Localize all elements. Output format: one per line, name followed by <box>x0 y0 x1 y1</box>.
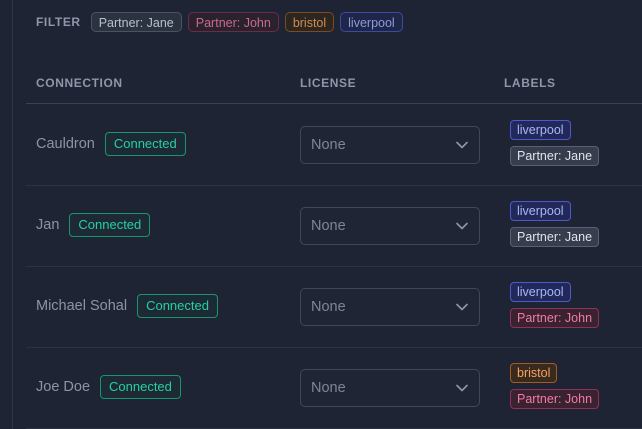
column-header-license: LICENSE <box>300 76 357 90</box>
chevron-down-icon <box>455 300 469 314</box>
labels-cell: liverpool Partner: Jane <box>510 120 600 166</box>
status-badge: Connected <box>100 375 181 399</box>
chevron-down-icon <box>455 219 469 233</box>
connection-cell: Joe Doe Connected <box>36 375 181 399</box>
license-select[interactable]: None <box>300 369 480 407</box>
label-tag-partner-jane: Partner: Jane <box>510 146 600 166</box>
status-badge: Connected <box>104 132 186 156</box>
filter-label: FILTER <box>36 15 81 29</box>
label-tag-partner-jane: Partner: Jane <box>510 227 600 247</box>
chevron-down-icon <box>455 138 469 152</box>
table-row: Cauldron Connected None liverpool Partne… <box>26 104 642 186</box>
filter-chip-partner-jane[interactable]: Partner: Jane <box>90 12 182 32</box>
filter-chip-bristol[interactable]: bristol <box>284 12 335 32</box>
left-border <box>12 0 13 429</box>
license-value: None <box>311 137 346 153</box>
connection-cell: Jan Connected <box>36 213 151 237</box>
table-row: Michael Sohal Connected None liverpool P… <box>26 266 642 348</box>
column-header-connection: CONNECTION <box>36 76 123 90</box>
label-tag-bristol: bristol <box>510 363 558 383</box>
label-tag-liverpool: liverpool <box>510 282 571 302</box>
label-tag-liverpool: liverpool <box>510 120 571 140</box>
column-header-labels: LABELS <box>504 76 556 90</box>
license-select[interactable]: None <box>300 207 480 245</box>
connection-cell: Cauldron Connected <box>36 132 186 156</box>
labels-cell: bristol Partner: John <box>510 363 600 409</box>
connection-name: Joe Doe <box>36 379 91 395</box>
connection-name: Jan <box>36 217 60 233</box>
filter-chip-liverpool[interactable]: liverpool <box>340 12 403 32</box>
label-tag-partner-john: Partner: John <box>510 389 600 409</box>
labels-cell: liverpool Partner: Jane <box>510 201 600 247</box>
label-tag-partner-john: Partner: John <box>510 308 600 328</box>
connection-cell: Michael Sohal Connected <box>36 294 218 318</box>
license-select[interactable]: None <box>300 126 480 164</box>
license-value: None <box>311 218 346 234</box>
chevron-down-icon <box>455 381 469 395</box>
table-header: CONNECTION LICENSE LABELS <box>26 70 642 104</box>
license-value: None <box>311 380 346 396</box>
connection-name: Cauldron <box>36 136 95 152</box>
table-row: Joe Doe Connected None bristol Partner: … <box>26 347 642 429</box>
connection-name: Michael Sohal <box>36 298 128 314</box>
table-row: Jan Connected None liverpool Partner: Ja… <box>26 185 642 267</box>
status-badge: Connected <box>69 213 151 237</box>
license-value: None <box>311 299 346 315</box>
filter-chip-partner-john[interactable]: Partner: John <box>187 12 279 32</box>
filter-bar: FILTER Partner: Jane Partner: John brist… <box>36 11 403 33</box>
license-select[interactable]: None <box>300 288 480 326</box>
status-badge: Connected <box>137 294 218 318</box>
label-tag-liverpool: liverpool <box>510 201 571 221</box>
labels-cell: liverpool Partner: John <box>510 282 600 328</box>
